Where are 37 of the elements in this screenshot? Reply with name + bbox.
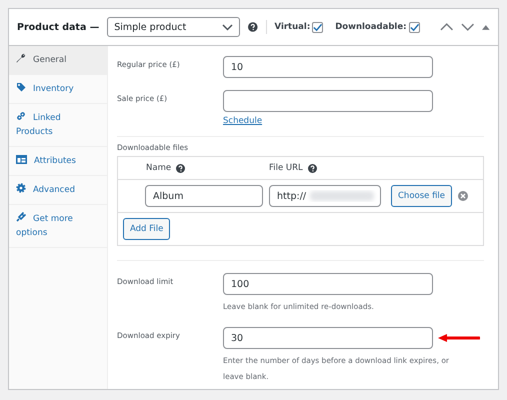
tag-icon	[16, 82, 26, 92]
plugin-icon	[16, 212, 26, 222]
choose-file-button[interactable]: Choose file	[391, 185, 452, 207]
option-label: Virtual:	[274, 22, 310, 32]
download-input[interactable]: 30	[223, 327, 433, 349]
help-icon	[308, 164, 317, 172]
sidebar-tab[interactable]: General	[9, 46, 107, 75]
column-header: File URL	[269, 163, 303, 173]
help-icon	[248, 22, 258, 32]
sidebar-tab[interactable]: Get more options	[9, 205, 107, 248]
chevron-down-icon	[222, 24, 233, 30]
move-up-icon[interactable]	[440, 23, 453, 31]
schedule-link[interactable]: Schedule	[223, 116, 433, 126]
sidebar-tab[interactable]: Attributes	[9, 147, 107, 176]
column-header: Name	[146, 163, 172, 173]
price-input[interactable]: 10	[223, 56, 433, 78]
sidebar-tab[interactable]: Advanced	[9, 176, 107, 205]
price-input[interactable]	[223, 90, 433, 112]
option-label: Downloadable:	[335, 22, 406, 32]
checkbox[interactable]	[408, 22, 420, 32]
move-down-icon[interactable]	[460, 23, 474, 31]
help-icon	[176, 164, 186, 172]
panel-title: Product data —	[17, 22, 100, 32]
remove-icon[interactable]	[458, 191, 468, 201]
product-type-select[interactable]: Simple product	[107, 17, 240, 37]
sidebar-tab[interactable]: Linked Products	[9, 104, 107, 147]
sidebar-tab[interactable]: Inventory	[9, 75, 107, 104]
wrench-icon	[16, 53, 26, 63]
download-input[interactable]: 100	[223, 273, 433, 295]
collapse-icon[interactable]	[482, 24, 490, 30]
file-name-input[interactable]: Album	[145, 185, 263, 207]
add-file-button[interactable]: Add File	[123, 218, 170, 240]
checkbox[interactable]	[312, 22, 324, 32]
gear-icon	[16, 183, 26, 193]
file-url-input[interactable]: http://	[269, 185, 381, 207]
table-icon	[16, 155, 27, 164]
link-icon	[16, 111, 26, 121]
